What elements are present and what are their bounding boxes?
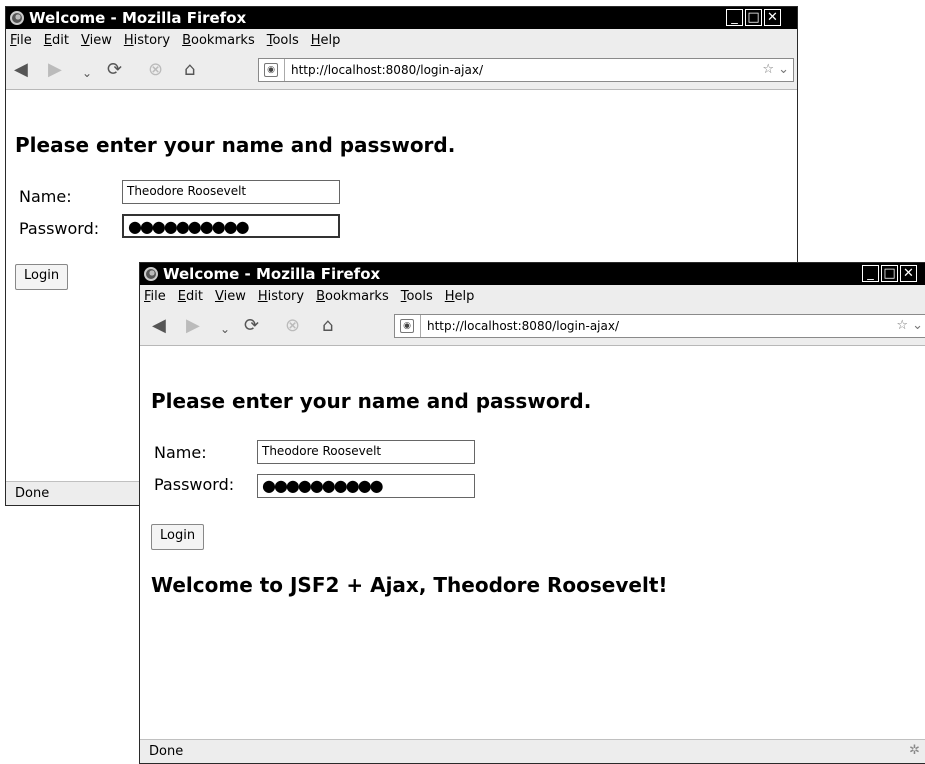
front-menu-bar: File Edit View History Bookmarks Tools H… bbox=[140, 285, 925, 307]
menu-bookmarks[interactable]: Bookmarks bbox=[316, 289, 389, 304]
maximize-icon[interactable]: □ bbox=[881, 265, 898, 282]
menu-edit[interactable]: Edit bbox=[44, 33, 69, 48]
front-name-input[interactable]: Theodore Roosevelt bbox=[257, 440, 475, 464]
back-url-bar[interactable]: ◉ http://localhost:8080/login-ajax/ ☆ ⌄ bbox=[258, 58, 794, 82]
menu-file[interactable]: File bbox=[144, 289, 166, 304]
front-name-label: Name: bbox=[154, 443, 207, 462]
back-title-bar[interactable]: Welcome - Mozilla Firefox _ □ ✕ bbox=[6, 7, 797, 29]
minimize-icon[interactable]: _ bbox=[726, 9, 743, 26]
back-menu-bar: File Edit View History Bookmarks Tools H… bbox=[6, 29, 797, 51]
front-browser-window: Welcome - Mozilla Firefox _ □ ✕ File Edi… bbox=[139, 262, 925, 764]
maximize-icon[interactable]: □ bbox=[745, 9, 762, 26]
home-icon[interactable]: ⌂ bbox=[322, 317, 333, 335]
front-status-text: Done bbox=[149, 744, 184, 759]
firefox-icon bbox=[10, 11, 24, 25]
menu-history[interactable]: History bbox=[258, 289, 304, 304]
stop-icon[interactable]: ⊗ bbox=[285, 317, 300, 335]
site-identity-icon[interactable]: ◉ bbox=[400, 319, 414, 333]
home-icon[interactable]: ⌂ bbox=[184, 61, 195, 79]
site-identity-icon[interactable]: ◉ bbox=[264, 63, 278, 77]
front-nav-toolbar: ◀ ▶ ⌄ ⟳ ⊗ ⌂ ◉ http://localhost:8080/logi… bbox=[140, 307, 925, 346]
back-status-text: Done bbox=[15, 486, 50, 501]
back-arrow-icon[interactable]: ◀ bbox=[152, 317, 166, 335]
front-title-bar[interactable]: Welcome - Mozilla Firefox _ □ ✕ bbox=[140, 263, 925, 285]
firefox-icon bbox=[144, 267, 158, 281]
front-status-bar: Done ✲ bbox=[140, 739, 925, 763]
front-url-bar[interactable]: ◉ http://localhost:8080/login-ajax/ ☆ ⌄ bbox=[394, 314, 925, 338]
back-nav-toolbar: ◀ ▶ ⌄ ⟳ ⊗ ⌂ ◉ http://localhost:8080/logi… bbox=[6, 51, 797, 90]
welcome-message: Welcome to JSF2 + Ajax, Theodore Rooseve… bbox=[151, 573, 668, 597]
forward-arrow-icon[interactable]: ▶ bbox=[186, 317, 200, 335]
back-arrow-icon[interactable]: ◀ bbox=[14, 61, 28, 79]
back-window-controls: _ □ ✕ bbox=[726, 9, 781, 26]
back-password-label: Password: bbox=[19, 219, 100, 238]
chevron-down-icon[interactable]: ⌄ bbox=[220, 320, 230, 338]
menu-bookmarks[interactable]: Bookmarks bbox=[182, 33, 255, 48]
menu-help[interactable]: Help bbox=[311, 33, 341, 48]
menu-view[interactable]: View bbox=[81, 33, 112, 48]
front-password-input[interactable]: ●●●●●●●●●● bbox=[257, 474, 475, 498]
reload-icon[interactable]: ⟳ bbox=[244, 317, 259, 335]
front-login-button[interactable]: Login bbox=[151, 524, 205, 550]
chevron-down-icon[interactable]: ⌄ bbox=[82, 64, 92, 82]
menu-view[interactable]: View bbox=[215, 289, 246, 304]
menu-tools[interactable]: Tools bbox=[267, 33, 299, 48]
menu-tools[interactable]: Tools bbox=[401, 289, 433, 304]
close-icon[interactable]: ✕ bbox=[764, 9, 781, 26]
back-window-title: Welcome - Mozilla Firefox bbox=[29, 9, 247, 27]
url-divider bbox=[420, 315, 421, 337]
back-url-text: http://localhost:8080/login-ajax/ bbox=[291, 63, 483, 77]
star-icon[interactable]: ☆ ⌄ bbox=[762, 62, 789, 77]
back-page-heading: Please enter your name and password. bbox=[15, 133, 456, 157]
minimize-icon[interactable]: _ bbox=[862, 265, 879, 282]
menu-history[interactable]: History bbox=[124, 33, 170, 48]
forward-arrow-icon[interactable]: ▶ bbox=[48, 61, 62, 79]
stop-icon[interactable]: ⊗ bbox=[148, 61, 163, 79]
menu-edit[interactable]: Edit bbox=[178, 289, 203, 304]
front-page-heading: Please enter your name and password. bbox=[151, 389, 592, 413]
back-name-label: Name: bbox=[19, 187, 72, 206]
reload-icon[interactable]: ⟳ bbox=[107, 61, 122, 79]
menu-file[interactable]: File bbox=[10, 33, 32, 48]
url-divider bbox=[284, 59, 285, 81]
front-url-text: http://localhost:8080/login-ajax/ bbox=[427, 319, 619, 333]
close-icon[interactable]: ✕ bbox=[900, 265, 917, 282]
addon-bar-bug-icon[interactable]: ✲ bbox=[909, 743, 920, 758]
back-login-button[interactable]: Login bbox=[15, 264, 69, 290]
front-page-content: Please enter your name and password. Nam… bbox=[140, 345, 925, 739]
menu-help[interactable]: Help bbox=[445, 289, 475, 304]
back-name-input[interactable]: Theodore Roosevelt bbox=[122, 180, 340, 204]
back-password-input[interactable]: ●●●●●●●●●● bbox=[122, 214, 340, 238]
star-icon[interactable]: ☆ ⌄ bbox=[896, 318, 923, 333]
front-password-label: Password: bbox=[154, 475, 235, 494]
front-window-controls: _ □ ✕ bbox=[862, 265, 917, 282]
front-window-title: Welcome - Mozilla Firefox bbox=[163, 265, 381, 283]
